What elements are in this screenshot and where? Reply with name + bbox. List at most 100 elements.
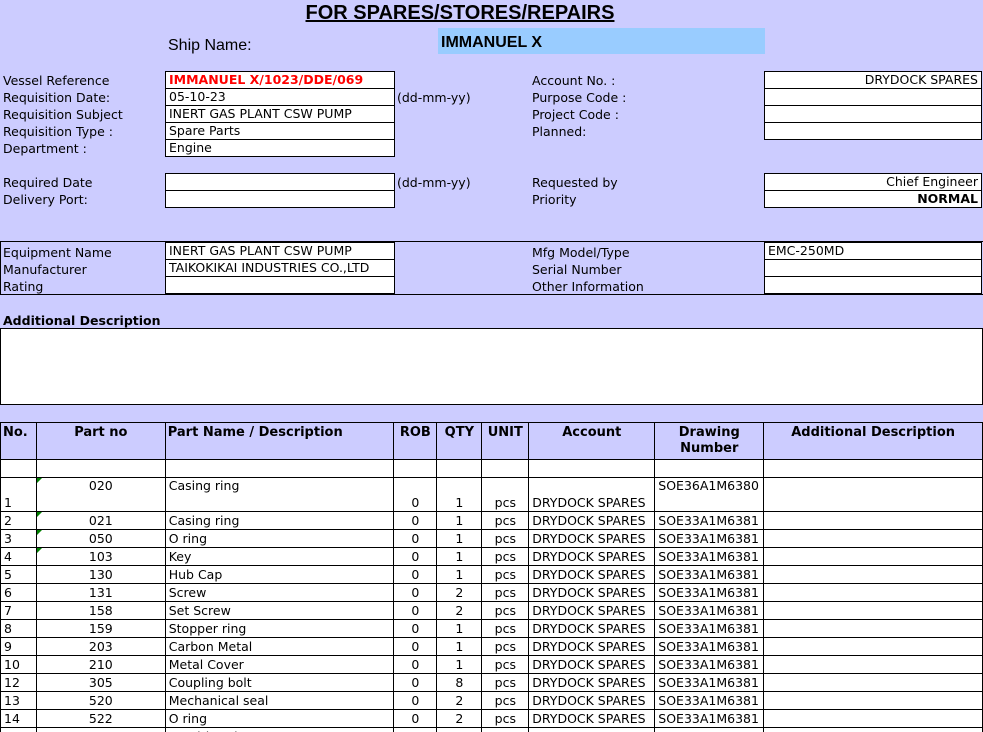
cell-additional-description[interactable] (763, 547, 983, 566)
cell-additional-description[interactable] (763, 655, 983, 674)
additional-description-field[interactable] (0, 328, 983, 405)
cell-no[interactable]: 8 (0, 619, 37, 638)
cell-unit[interactable]: pcs (481, 673, 530, 692)
mfg-model-field[interactable]: EMC-250MD (764, 242, 982, 260)
cell-no[interactable]: 15 (0, 727, 37, 732)
table-cell[interactable] (763, 459, 983, 478)
cell-unit[interactable]: pcs (481, 583, 530, 602)
cell-account[interactable]: DRYDOCK SPARES (528, 511, 656, 530)
cell-no[interactable]: 10 (0, 655, 37, 674)
cell-rob[interactable]: 0 (393, 673, 438, 692)
priority-field[interactable]: NORMAL (764, 190, 982, 208)
cell-drawing-number[interactable]: SOE33A1M6381 (654, 565, 765, 584)
cell-drawing-number[interactable]: SOE33A1M6381 (654, 529, 765, 548)
cell-no[interactable]: 9 (0, 637, 37, 656)
cell-unit[interactable]: pcs (481, 511, 530, 530)
cell-rob[interactable]: 0 (393, 547, 438, 566)
cell-additional-description[interactable] (763, 727, 983, 732)
purpose-code-field[interactable] (764, 88, 982, 106)
cell-account[interactable]: DRYDOCK SPARES (528, 709, 656, 728)
cell-part-name[interactable]: Set Screw (164, 601, 395, 620)
cell-rob[interactable]: 0 (393, 583, 438, 602)
cell-no[interactable]: 1 (0, 477, 37, 512)
cell-account[interactable]: DRYDOCK SPARES (528, 655, 656, 674)
cell-additional-description[interactable] (763, 673, 983, 692)
other-information-field[interactable] (764, 276, 982, 294)
cell-drawing-number[interactable]: SOE33A1M6381 (654, 547, 765, 566)
requisition-subject-field[interactable]: INERT GAS PLANT CSW PUMP (165, 105, 395, 123)
cell-qty[interactable]: 2 (436, 691, 483, 710)
cell-part-name[interactable]: O ring (164, 529, 395, 548)
cell-additional-description[interactable] (763, 637, 983, 656)
cell-account[interactable]: DRYDOCK SPARES (528, 619, 656, 638)
cell-unit[interactable]: pcs (481, 727, 530, 732)
delivery-port-field[interactable] (165, 190, 395, 208)
cell-part-no[interactable]: 203 (35, 637, 166, 656)
cell-account[interactable]: DRYDOCK SPARES (528, 529, 656, 548)
cell-part-no[interactable]: 159 (35, 619, 166, 638)
cell-part-no[interactable]: 130 (35, 565, 166, 584)
cell-account[interactable]: DRYDOCK SPARES (528, 727, 656, 732)
cell-qty[interactable]: 1 (436, 655, 483, 674)
planned-field[interactable] (764, 122, 982, 140)
cell-account[interactable]: DRYDOCK SPARES (528, 583, 656, 602)
cell-rob[interactable]: 0 (393, 477, 438, 512)
cell-drawing-number[interactable]: SOE36A1M6380 (654, 477, 765, 512)
cell-unit[interactable]: pcs (481, 477, 530, 512)
cell-account[interactable]: DRYDOCK SPARES (528, 565, 656, 584)
cell-unit[interactable]: pcs (481, 655, 530, 674)
cell-drawing-number[interactable]: SOE33A1M6381 (654, 655, 765, 674)
cell-qty[interactable]: 1 (436, 547, 483, 566)
cell-additional-description[interactable] (763, 709, 983, 728)
cell-unit[interactable]: pcs (481, 637, 530, 656)
cell-account[interactable]: DRYDOCK SPARES (528, 601, 656, 620)
table-cell[interactable] (481, 459, 530, 478)
cell-drawing-number[interactable]: SOE33A1M6381 (654, 691, 765, 710)
project-code-field[interactable] (764, 105, 982, 123)
cell-part-no[interactable]: 522 (35, 709, 166, 728)
cell-no[interactable]: 3 (0, 529, 37, 548)
cell-part-name[interactable]: Retairing ring (164, 727, 395, 732)
cell-part-name[interactable]: Carbon Metal (164, 637, 395, 656)
cell-qty[interactable]: 1 (436, 565, 483, 584)
manufacturer-field[interactable]: TAIKOKIKAI INDUSTRIES CO.,LTD (165, 259, 395, 277)
cell-no[interactable]: 7 (0, 601, 37, 620)
cell-additional-description[interactable] (763, 511, 983, 530)
cell-rob[interactable]: 0 (393, 727, 438, 732)
cell-rob[interactable]: 0 (393, 529, 438, 548)
cell-part-no[interactable]: 131 (35, 583, 166, 602)
cell-qty[interactable]: 2 (436, 601, 483, 620)
cell-part-name[interactable]: Casing ring (164, 511, 395, 530)
cell-drawing-number[interactable]: SOE33A1M6381 (654, 727, 765, 732)
cell-rob[interactable]: 0 (393, 637, 438, 656)
cell-rob[interactable]: 0 (393, 511, 438, 530)
cell-account[interactable]: DRYDOCK SPARES (528, 477, 656, 512)
cell-rob[interactable]: 0 (393, 601, 438, 620)
cell-no[interactable]: 6 (0, 583, 37, 602)
requisition-date-field[interactable]: 05-10-23 (165, 88, 395, 106)
cell-part-name[interactable]: Screw (164, 583, 395, 602)
cell-rob[interactable]: 0 (393, 691, 438, 710)
cell-unit[interactable]: pcs (481, 619, 530, 638)
cell-part-no[interactable]: 520 (35, 691, 166, 710)
cell-additional-description[interactable] (763, 529, 983, 548)
cell-unit[interactable]: pcs (481, 529, 530, 548)
cell-part-no[interactable]: 020 (35, 477, 166, 512)
cell-part-name[interactable]: Key (164, 547, 395, 566)
department-field[interactable]: Engine (165, 139, 395, 157)
cell-drawing-number[interactable]: SOE33A1M6381 (654, 709, 765, 728)
cell-no[interactable]: 14 (0, 709, 37, 728)
cell-part-no[interactable]: 210 (35, 655, 166, 674)
cell-qty[interactable]: 1 (436, 511, 483, 530)
cell-part-no[interactable]: 103 (35, 547, 166, 566)
cell-drawing-number[interactable]: SOE33A1M6381 (654, 583, 765, 602)
cell-no[interactable]: 2 (0, 511, 37, 530)
required-date-field[interactable] (165, 173, 395, 191)
cell-part-no[interactable]: 050 (35, 529, 166, 548)
cell-qty[interactable]: 1 (436, 529, 483, 548)
cell-drawing-number[interactable]: SOE33A1M6381 (654, 511, 765, 530)
cell-drawing-number[interactable]: SOE33A1M6381 (654, 673, 765, 692)
cell-qty[interactable]: 1 (436, 619, 483, 638)
cell-part-name[interactable]: Metal Cover (164, 655, 395, 674)
cell-unit[interactable]: pcs (481, 691, 530, 710)
